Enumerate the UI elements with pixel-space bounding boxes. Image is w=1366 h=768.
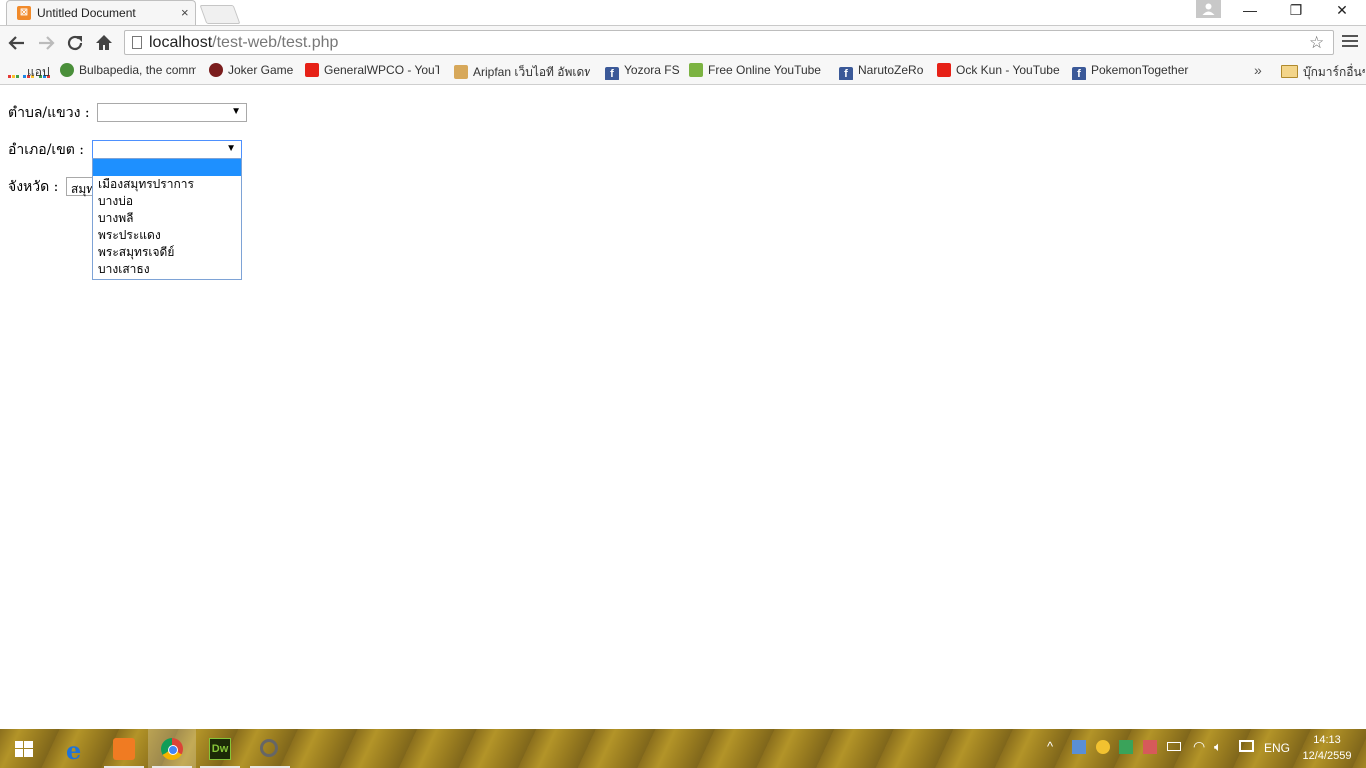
url-path: /test-web/test.php <box>212 34 339 51</box>
aripfan-icon <box>454 65 468 79</box>
url-host: localhost <box>149 34 213 51</box>
tray-app-icon[interactable] <box>1143 740 1157 754</box>
clock-date: 12/4/2559 <box>1302 750 1352 762</box>
bookmark-narutozero[interactable]: f NarutoZeRo <box>839 63 929 80</box>
language-indicator[interactable]: ENG <box>1264 741 1290 755</box>
bookmark-label: PokemonTogether <box>1091 63 1189 77</box>
district-option[interactable]: เมืองสมุทรปราการ <box>93 176 241 193</box>
taskbar-edge[interactable]: e <box>52 729 100 768</box>
bookmark-pokemontogether[interactable]: f PokemonTogether <box>1072 63 1194 80</box>
bookmark-yozora-fs[interactable]: f Yozora FS <box>605 63 681 80</box>
chrome-icon-center <box>168 745 178 755</box>
chrome-menu-icon[interactable] <box>1342 35 1358 50</box>
taskbar-chrome[interactable] <box>148 729 196 768</box>
bookmark-label: Bulbapedia, the comm <box>79 63 196 77</box>
district-option[interactable]: พระประแดง <box>93 227 241 244</box>
subdistrict-label: ตำบล/แขวง : <box>8 105 90 121</box>
new-tab-button[interactable] <box>199 5 241 24</box>
bookmark-label: Ock Kun - YouTube <box>956 63 1060 77</box>
tray-app-icon[interactable] <box>1096 740 1110 754</box>
show-hidden-icons[interactable]: ^ <box>1047 739 1053 754</box>
bulbapedia-icon <box>60 63 74 77</box>
bookmark-generalwpco[interactable]: GeneralWPCO - YouTu <box>305 63 439 80</box>
xampp-favicon-icon: ⊠ <box>17 6 31 20</box>
bookmark-label: Free Online YouTube <box>708 63 821 77</box>
bookmark-label: แอป <box>27 65 50 79</box>
bookmark-ock-kun[interactable]: Ock Kun - YouTube <box>937 63 1063 80</box>
bookmark-label: Aripfan เว็บไอที อัพเดทข <box>473 65 590 79</box>
subdistrict-select[interactable]: ▼ <box>97 103 247 122</box>
windows-start-icon[interactable] <box>15 741 33 757</box>
bookmark-label: NarutoZeRo <box>858 63 924 77</box>
bookmark-free-online-youtube[interactable]: Free Online YouTube <box>689 63 827 80</box>
dreamweaver-icon: Dw <box>209 738 231 760</box>
page-icon <box>132 36 142 49</box>
notification-icon[interactable] <box>1239 740 1254 752</box>
battery-icon[interactable] <box>1167 742 1181 751</box>
facebook-icon: f <box>605 67 619 80</box>
other-bookmarks-folder[interactable]: บุ๊กมาร์กอื่นๆ <box>1281 63 1365 80</box>
tray-app-icon[interactable] <box>1119 740 1133 754</box>
bookmark-bulbapedia[interactable]: Bulbapedia, the comm <box>60 63 196 80</box>
restore-button[interactable]: ❐ <box>1276 2 1316 22</box>
facebook-icon: f <box>839 67 853 80</box>
district-label: อำเภอ/เขต : <box>8 142 85 158</box>
district-option[interactable]: พระสมุทรเจดีย์ <box>93 244 241 261</box>
dropdown-arrow-icon: ▼ <box>226 143 236 154</box>
apps-icon <box>8 68 50 80</box>
province-label: จังหวัด : <box>8 179 59 195</box>
dropdown-arrow-icon: ▼ <box>231 106 241 117</box>
wifi-icon[interactable]: ◠ <box>1193 738 1205 755</box>
other-bookmarks-label: บุ๊กมาร์กอื่นๆ <box>1303 65 1365 79</box>
bookmark-aripfan[interactable]: Aripfan เว็บไอที อัพเดทข <box>454 63 590 80</box>
windows-taskbar: e Dw ^ ◠ 🔈︎ ENG 14:13 12/4/2559 <box>0 729 1366 768</box>
edge-icon: e <box>66 736 82 765</box>
url-text[interactable]: localhost/test-web/test.php <box>149 34 338 52</box>
tab-close-icon[interactable]: × <box>181 5 189 20</box>
tray-app-icon[interactable] <box>1072 740 1086 754</box>
tab-strip: ⊠ Untitled Document × — ❐ ✕ <box>0 0 1366 26</box>
bookmark-apps[interactable]: แอป <box>8 63 53 80</box>
tab-untitled-document[interactable]: ⊠ Untitled Document × <box>6 0 196 25</box>
person-icon <box>1202 3 1215 15</box>
facebook-icon: f <box>1072 67 1086 80</box>
district-dropdown-list[interactable]: เมืองสมุทรปราการ บางบ่อ บางพลี พระประแดง… <box>92 158 242 280</box>
district-option[interactable]: บางบ่อ <box>93 193 241 210</box>
youtube-icon <box>305 63 319 77</box>
taskbar-clock[interactable]: 14:13 12/4/2559 <box>1296 732 1358 764</box>
bookmarks-bar: แอป Bulbapedia, the comm Joker Game Gene… <box>0 59 1366 85</box>
reload-icon[interactable] <box>64 32 86 54</box>
minimize-button[interactable]: — <box>1230 2 1270 22</box>
forward-arrow-icon[interactable] <box>35 32 57 54</box>
more-bookmarks-button[interactable]: » <box>1254 62 1262 78</box>
district-option[interactable] <box>93 159 241 176</box>
youtube-icon <box>937 63 951 77</box>
app-icon <box>260 739 278 757</box>
bookmark-label: Yozora FS <box>624 63 680 77</box>
bookmark-label: Joker Game <box>228 63 294 77</box>
taskbar-app[interactable] <box>246 729 294 768</box>
home-icon[interactable] <box>93 32 115 54</box>
back-arrow-icon[interactable] <box>6 32 28 54</box>
volume-icon[interactable]: 🔈︎ <box>1214 739 1222 755</box>
joker-icon <box>209 63 223 77</box>
district-option[interactable]: บางเสาธง <box>93 261 241 278</box>
district-select[interactable]: ▼ <box>92 140 242 159</box>
bookmark-joker-game[interactable]: Joker Game <box>209 63 297 80</box>
download-icon <box>689 63 703 77</box>
folder-icon <box>1281 65 1298 78</box>
taskbar-dreamweaver[interactable]: Dw <box>196 729 244 768</box>
profile-button[interactable] <box>1196 0 1221 18</box>
address-bar[interactable]: localhost/test-web/test.php ☆ <box>124 30 1334 55</box>
xampp-icon <box>113 738 135 760</box>
close-window-button[interactable]: ✕ <box>1322 2 1362 22</box>
tab-title: Untitled Document <box>37 6 136 20</box>
district-option[interactable]: บางพลี <box>93 210 241 227</box>
clock-time: 14:13 <box>1313 734 1341 746</box>
bookmark-label: GeneralWPCO - YouTu <box>324 63 439 77</box>
taskbar-xampp[interactable] <box>100 729 148 768</box>
bookmark-star-icon[interactable]: ☆ <box>1309 33 1324 53</box>
